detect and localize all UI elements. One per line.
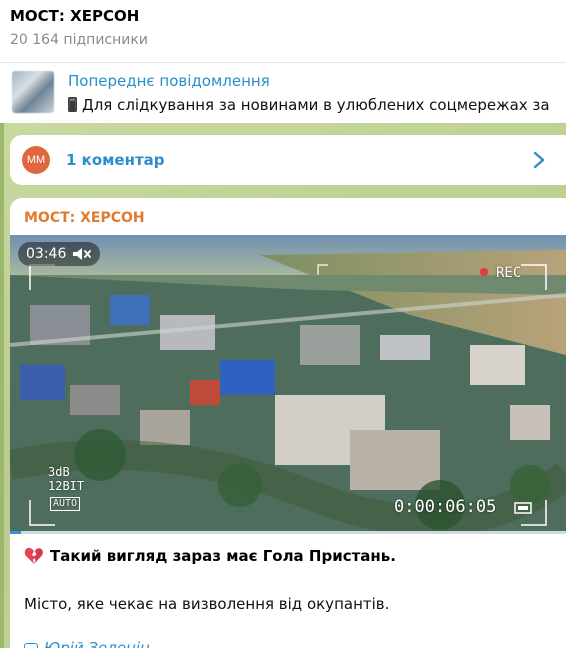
video-duration: 03:46 bbox=[26, 246, 67, 262]
previous-message-thumbnail bbox=[12, 71, 54, 113]
speaker-muted-icon[interactable] bbox=[72, 247, 92, 261]
previous-message-title[interactable]: Попереднє повідомлення bbox=[68, 71, 270, 91]
mobile-phone-icon bbox=[68, 97, 77, 112]
avatar: ММ bbox=[22, 146, 50, 174]
comments-count-label[interactable]: 1 коментар bbox=[66, 149, 165, 171]
message-line-1: Такий вигляд зараз має Гола Пристань. bbox=[50, 547, 396, 565]
rec-label: REC bbox=[496, 265, 522, 281]
comments-button[interactable]: ММ 1 коментар bbox=[10, 135, 566, 185]
video-progress-bar[interactable] bbox=[10, 531, 566, 534]
previous-message-text: Для слідкування за новинами в улюблених … bbox=[68, 95, 566, 115]
previous-message-snippet: Для слідкування за новинами в улюблених … bbox=[82, 96, 550, 114]
audio-level-label: 3dB bbox=[48, 465, 70, 479]
message-bubble: МОСТ: ХЕРСОН 03:46 REC 3dB 12BIT AUTO 0:… bbox=[10, 198, 566, 648]
message-author[interactable]: МОСТ: ХЕРСОН bbox=[24, 208, 145, 228]
timecode-label: 0:00:06:05 bbox=[394, 497, 497, 517]
message-line-2: Місто, яке чекає на визволення від окупа… bbox=[24, 595, 390, 613]
video-progress-fill bbox=[10, 531, 22, 534]
subscriber-count: 20 164 підписники bbox=[10, 32, 148, 48]
auto-label: AUTO bbox=[50, 497, 81, 511]
message-headline: Такий вигляд зараз має Гола Пристань. bbox=[24, 546, 396, 566]
video-player[interactable]: 03:46 REC 3dB 12BIT AUTO 0:00:06:05 bbox=[10, 235, 566, 533]
chat-left-accent bbox=[0, 123, 4, 648]
chevron-right-icon[interactable] bbox=[530, 150, 548, 170]
message-signature[interactable]: Юрій Зеленін bbox=[24, 638, 150, 648]
video-duration-badge[interactable]: 03:46 bbox=[18, 242, 101, 266]
broken-heart-icon bbox=[24, 547, 43, 564]
previous-message-bar[interactable]: Попереднє повідомлення Для слідкування з… bbox=[0, 63, 566, 123]
bit-depth-label: 12BIT bbox=[48, 479, 85, 493]
message-line-3[interactable]: Юрій Зеленін bbox=[44, 639, 150, 648]
video-frame bbox=[10, 235, 566, 533]
channel-title[interactable]: МОСТ: ХЕРСОН bbox=[10, 6, 556, 26]
channel-header[interactable]: МОСТ: ХЕРСОН 20 164 підписники bbox=[0, 0, 566, 62]
camera-icon bbox=[24, 643, 38, 648]
